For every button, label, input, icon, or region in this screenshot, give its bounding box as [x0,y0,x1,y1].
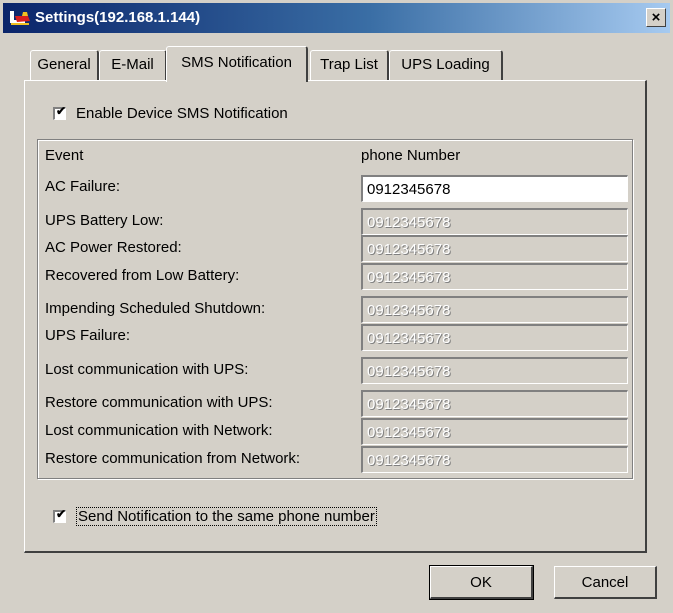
tab-trap-list[interactable]: Trap List [310,50,389,80]
tab-label: UPS Loading [401,56,490,73]
event-label-lost-comm-network: Lost communication with Network: [45,422,273,439]
phone-input-recovered-low-battery [361,263,628,290]
cancel-button[interactable]: Cancel [554,566,657,599]
title-bar[interactable]: Settings(192.168.1.144) × [3,3,670,33]
phone-input-ups-battery-low [361,208,628,235]
phone-input-ac-failure[interactable] [361,175,628,202]
tab-label: E-Mail [111,56,154,73]
event-label-restore-comm-ups: Restore communication with UPS: [45,394,273,411]
phone-input-impending-shutdown [361,296,628,323]
app-icon [10,11,30,25]
tab-ups-loading[interactable]: UPS Loading [389,50,503,80]
checkbox-box[interactable]: ✔ [53,104,67,120]
checkmark-icon: ✔ [56,507,67,521]
event-label-ac-power-restored: AC Power Restored: [45,239,182,256]
event-label-impending-shutdown: Impending Scheduled Shutdown: [45,300,266,317]
tab-label: Trap List [320,56,378,73]
tab-general[interactable]: General [30,50,99,80]
tab-email[interactable]: E-Mail [99,50,167,80]
checkbox-box[interactable]: ✔ [53,507,67,523]
same-number-checkbox[interactable]: ✔ Send Notification to the same phone nu… [53,507,377,526]
ok-button[interactable]: OK [429,565,534,600]
tab-label: General [37,56,91,73]
enable-sms-checkbox[interactable]: ✔ Enable Device SMS Notification [53,105,288,122]
event-label-lost-comm-ups: Lost communication with UPS: [45,361,249,378]
event-label-ups-battery-low: UPS Battery Low: [45,212,164,229]
event-label-recovered-low-battery: Recovered from Low Battery: [45,267,240,284]
phone-input-ups-failure [361,324,628,351]
checkmark-icon: ✔ [56,104,67,118]
event-header: Event [45,147,84,164]
phone-input-lost-comm-ups [361,357,628,384]
phone-input-restore-comm-network [361,446,628,473]
enable-sms-label: Enable Device SMS Notification [76,105,288,122]
phone-input-ac-power-restored [361,235,628,262]
event-label-ac-failure: AC Failure: [45,178,121,195]
event-label-restore-comm-network: Restore communication from Network: [45,450,301,467]
sms-notification-panel: ✔ Enable Device SMS Notification Event p… [24,80,647,553]
close-icon: × [651,9,661,26]
close-button[interactable]: × [646,8,666,27]
tab-label: SMS Notification [181,54,292,71]
phone-number-header: phone Number [361,147,461,164]
settings-dialog: Settings(192.168.1.144) × General E-Mail… [0,0,673,613]
same-number-label: Send Notification to the same phone numb… [76,507,377,526]
phone-input-lost-comm-network [361,418,628,445]
phone-input-restore-comm-ups [361,390,628,417]
tab-sms-notification[interactable]: SMS Notification [166,46,308,82]
window-title: Settings(192.168.1.144) [35,9,201,26]
event-label-ups-failure: UPS Failure: [45,327,131,344]
